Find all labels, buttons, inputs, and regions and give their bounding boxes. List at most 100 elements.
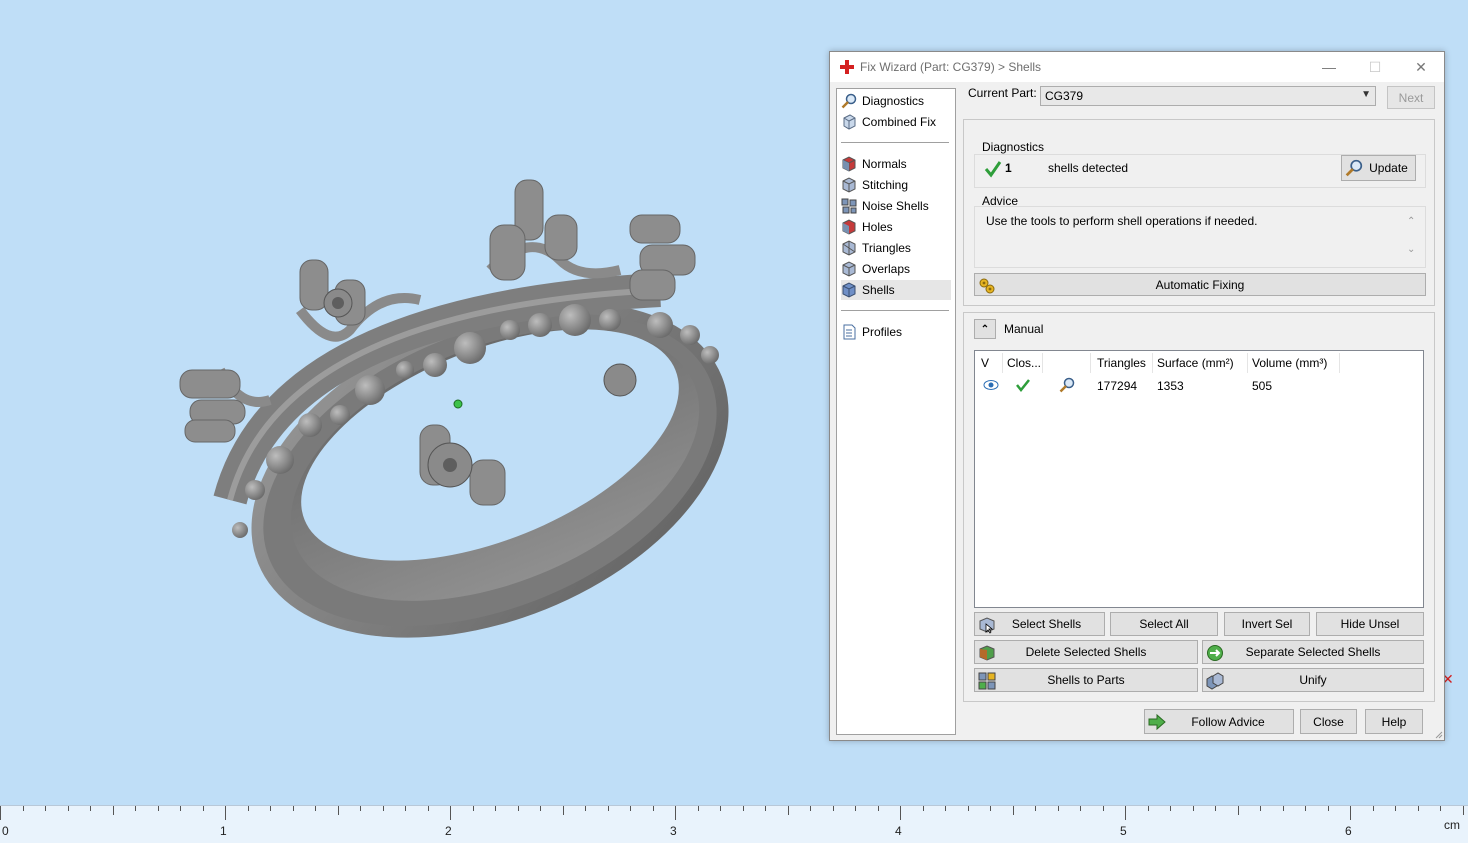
nav-label: Overlaps <box>862 262 911 276</box>
ruler-unit: cm <box>1444 818 1460 832</box>
maximize-button[interactable]: ☐ <box>1352 52 1398 82</box>
select-all-label: Select All <box>1139 617 1189 631</box>
nav-item-diagnostics[interactable]: Diagnostics <box>841 91 951 111</box>
select-shells-label: Select Shells <box>1011 617 1082 631</box>
chevron-up-icon: ⌃ <box>980 323 990 335</box>
minimize-button[interactable]: — <box>1306 52 1352 82</box>
unify-button[interactable]: Unify <box>1202 668 1424 692</box>
col-header-triangles[interactable]: Triangles <box>1093 353 1153 373</box>
diagnostics-count: 1 <box>1005 161 1012 175</box>
nav-label: Holes <box>862 220 893 234</box>
col-header-inspect[interactable] <box>1043 353 1091 373</box>
nav-item-profiles[interactable]: Profiles <box>841 322 951 342</box>
arrow-right-icon <box>1148 713 1166 731</box>
ruler-label-5: 5 <box>1120 824 1127 838</box>
normals-icon <box>842 156 856 172</box>
shells-table[interactable]: V Clos... Triangles Surface (mm²) Volume… <box>974 350 1424 608</box>
invert-sel-label: Invert Sel <box>1241 617 1293 631</box>
magnifier-icon <box>1345 159 1363 177</box>
col-header-closed[interactable]: Clos... <box>1003 353 1043 373</box>
follow-advice-label: Follow Advice <box>1191 714 1265 729</box>
red-cross-icon <box>840 60 854 74</box>
col-header-volume[interactable]: Volume (mm³) <box>1248 353 1340 373</box>
wizard-nav: Diagnostics Combined Fix Normals Stitchi… <box>836 88 956 735</box>
window-title: Fix Wizard (Part: CG379) > Shells <box>860 60 1042 74</box>
nav-label: Noise Shells <box>862 199 929 213</box>
overlaps-icon <box>842 261 856 277</box>
chevron-down-icon: ▼ <box>1361 89 1371 100</box>
title-bar[interactable]: Fix Wizard (Part: CG379) > Shells — ☐ ✕ <box>830 52 1444 82</box>
nav-label: Combined Fix <box>862 115 937 129</box>
ruler-label-1: 1 <box>220 824 227 838</box>
diagnostics-legend: Diagnostics <box>982 140 1045 154</box>
nav-item-overlaps[interactable]: Overlaps <box>841 259 951 279</box>
check-icon <box>984 161 1002 178</box>
shells-to-parts-button[interactable]: Shells to Parts <box>974 668 1198 692</box>
nav-divider <box>841 142 949 143</box>
nav-item-normals[interactable]: Normals <box>841 154 951 174</box>
nav-divider <box>841 310 949 311</box>
crown-model[interactable] <box>160 170 760 640</box>
nav-item-holes[interactable]: Holes <box>841 217 951 237</box>
maximize-icon: ☐ <box>1368 58 1382 75</box>
nav-item-combined-fix[interactable]: Combined Fix <box>841 112 951 132</box>
eye-icon[interactable] <box>983 379 999 391</box>
current-part-select[interactable]: CG379 ▼ <box>1040 86 1376 106</box>
cell-volume: 505 <box>1252 379 1273 393</box>
noise-shells-icon <box>841 198 857 214</box>
nav-item-stitching[interactable]: Stitching <box>841 175 951 195</box>
separate-selected-shells-button[interactable]: Separate Selected Shells <box>1202 640 1424 664</box>
current-part-label: Current Part: <box>968 86 1037 100</box>
help-label: Help <box>1381 714 1407 729</box>
nav-label: Normals <box>862 157 907 171</box>
hide-unsel-label: Hide Unsel <box>1340 617 1400 631</box>
nav-item-noise-shells[interactable]: Noise Shells <box>841 196 951 216</box>
ruler-label-3: 3 <box>670 824 677 838</box>
nav-label: Stitching <box>862 178 909 192</box>
follow-advice-button[interactable]: Follow Advice <box>1144 709 1294 734</box>
ruler-label-4: 4 <box>895 824 902 838</box>
scroll-down-icon[interactable]: ⌄ <box>1407 244 1415 255</box>
close-dialog-button[interactable]: Close <box>1300 709 1357 734</box>
gears-icon <box>979 278 995 294</box>
update-button[interactable]: Update <box>1341 155 1416 181</box>
automatic-fixing-button[interactable]: Automatic Fixing <box>974 273 1426 296</box>
magnifier-icon[interactable] <box>1059 377 1075 393</box>
cube-icon <box>843 114 856 130</box>
unify-label: Unify <box>1299 673 1327 687</box>
cell-surface: 1353 <box>1157 379 1184 393</box>
unify-icon <box>1206 672 1224 690</box>
col-header-visible[interactable]: V <box>977 353 1003 373</box>
ruler-label-0: 0 <box>2 824 9 838</box>
col-header-surface[interactable]: Surface (mm²) <box>1153 353 1248 373</box>
scroll-up-icon[interactable]: ⌃ <box>1407 216 1415 227</box>
nav-item-triangles[interactable]: Triangles <box>841 238 951 258</box>
delete-selected-label: Delete Selected Shells <box>1025 645 1147 659</box>
next-button[interactable]: Next <box>1387 86 1435 109</box>
separate-selected-label: Separate Selected Shells <box>1245 645 1381 659</box>
delete-shells-icon <box>979 645 995 661</box>
nav-label: Profiles <box>862 325 903 339</box>
nav-label: Shells <box>862 283 895 297</box>
shells-to-parts-label: Shells to Parts <box>1047 673 1125 687</box>
select-shells-button[interactable]: Select Shells <box>974 612 1105 636</box>
minimize-icon: — <box>1322 59 1336 75</box>
shells-icon <box>842 282 856 298</box>
stitching-icon <box>842 177 856 193</box>
manual-label: Manual <box>1004 322 1044 336</box>
nav-label: Diagnostics <box>862 94 925 108</box>
resize-grip-icon[interactable] <box>1433 729 1443 739</box>
select-all-button[interactable]: Select All <box>1110 612 1218 636</box>
triangles-icon <box>842 240 856 256</box>
close-button[interactable]: ✕ <box>1398 52 1444 82</box>
collapse-manual-button[interactable]: ⌃ <box>974 319 996 339</box>
hide-unselected-button[interactable]: Hide Unsel <box>1316 612 1424 636</box>
shells-to-parts-icon <box>978 672 996 690</box>
delete-selected-shells-button[interactable]: Delete Selected Shells <box>974 640 1198 664</box>
nav-item-shells[interactable]: Shells <box>841 280 951 300</box>
current-part-value: CG379 <box>1045 89 1084 103</box>
holes-icon <box>842 219 856 235</box>
help-button[interactable]: Help <box>1365 709 1423 734</box>
invert-selection-button[interactable]: Invert Sel <box>1224 612 1310 636</box>
diagnostics-text: shells detected <box>1048 161 1129 175</box>
